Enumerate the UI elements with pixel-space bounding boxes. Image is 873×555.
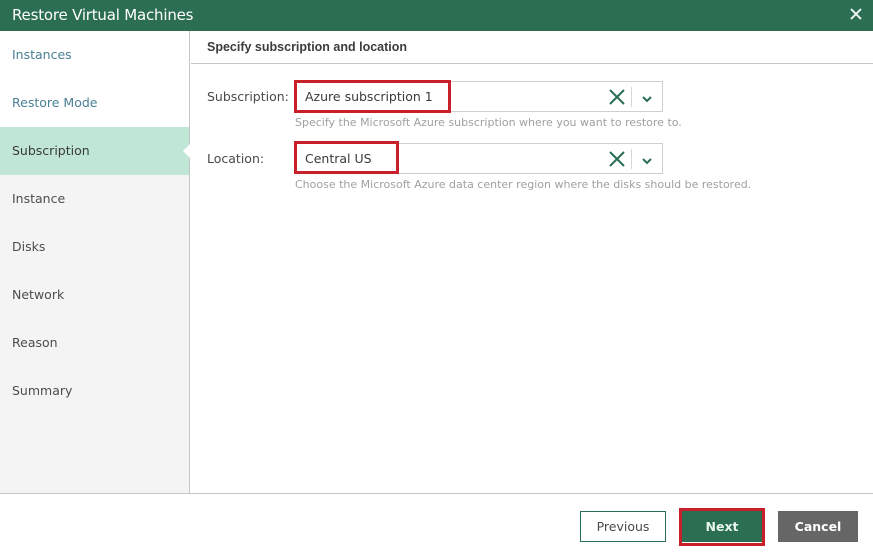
- sidebar-item-label: Restore Mode: [12, 95, 98, 110]
- sidebar-item-summary[interactable]: Summary: [0, 367, 189, 415]
- subscription-label: Subscription:: [207, 89, 289, 104]
- window-title: Restore Virtual Machines: [12, 6, 194, 24]
- title-bar: Restore Virtual Machines: [0, 0, 873, 31]
- close-icon[interactable]: [847, 5, 865, 23]
- location-combobox[interactable]: Central US: [295, 143, 663, 174]
- subscription-combobox[interactable]: Azure subscription 1: [295, 81, 663, 112]
- combobox-separator: [631, 87, 632, 107]
- sidebar-item-subscription[interactable]: Subscription: [0, 127, 190, 175]
- sidebar-item-network[interactable]: Network: [0, 271, 189, 319]
- sidebar-item-label: Instance: [12, 191, 66, 206]
- sidebar-item-restore-mode[interactable]: Restore Mode: [0, 79, 189, 127]
- wizard-footer: Previous Next Cancel: [0, 493, 873, 555]
- previous-button[interactable]: Previous: [580, 511, 666, 542]
- subscription-hint: Specify the Microsoft Azure subscription…: [295, 116, 682, 129]
- sidebar-item-instance[interactable]: Instance: [0, 175, 189, 223]
- sidebar-item-label: Disks: [12, 239, 46, 254]
- sidebar-item-disks[interactable]: Disks: [0, 223, 189, 271]
- clear-icon[interactable]: [608, 150, 626, 168]
- sidebar-item-label: Reason: [12, 335, 58, 350]
- location-label: Location:: [207, 151, 265, 166]
- sidebar-item-label: Summary: [12, 383, 73, 398]
- sidebar-item-instances[interactable]: Instances: [0, 31, 189, 79]
- sidebar-item-reason[interactable]: Reason: [0, 319, 189, 367]
- sidebar-item-label: Subscription: [12, 143, 90, 158]
- cancel-button[interactable]: Cancel: [778, 511, 858, 542]
- main-content: Specify subscription and location Subscr…: [191, 31, 873, 493]
- combobox-separator: [631, 149, 632, 169]
- chevron-down-icon[interactable]: [641, 90, 653, 103]
- chevron-down-icon[interactable]: [641, 152, 653, 165]
- wizard-steps-sidebar: Instances Restore Mode Subscription Inst…: [0, 31, 190, 493]
- location-hint: Choose the Microsoft Azure data center r…: [295, 178, 752, 191]
- sidebar-item-label: Network: [12, 287, 65, 302]
- subscription-value: Azure subscription 1: [305, 89, 433, 104]
- sidebar-item-label: Instances: [12, 47, 72, 62]
- section-title: Specify subscription and location: [191, 31, 873, 64]
- location-value: Central US: [305, 151, 372, 166]
- clear-icon[interactable]: [608, 88, 626, 106]
- next-button[interactable]: Next: [682, 511, 762, 542]
